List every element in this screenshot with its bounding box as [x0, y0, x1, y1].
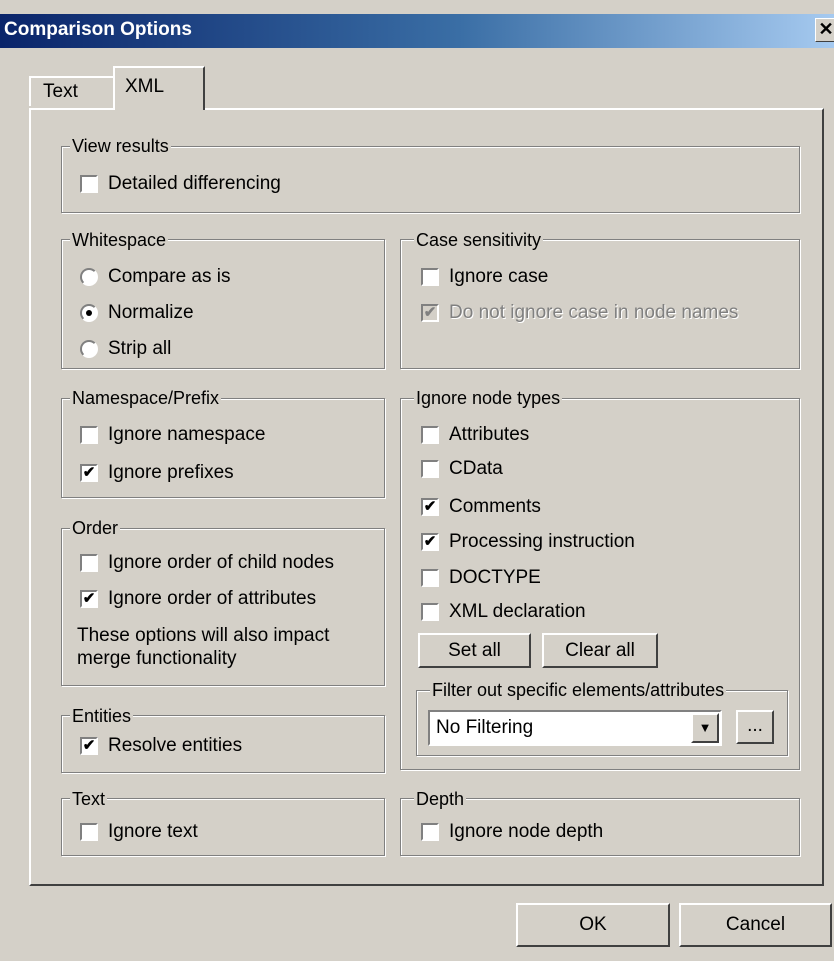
chevron-down-icon[interactable]: ▼	[691, 713, 719, 743]
checkbox-box	[421, 426, 439, 444]
xml-declaration-label: XML declaration	[449, 601, 586, 622]
checkbox-box: ✔	[80, 464, 98, 482]
doctype-label: DOCTYPE	[449, 567, 541, 588]
order-note-line1: These options will also impact	[77, 625, 330, 646]
radio-circle	[80, 340, 98, 358]
ignore-namespace-checkbox[interactable]: Ignore namespace	[80, 424, 265, 446]
namespace-prefix-legend: Namespace/Prefix	[70, 388, 222, 408]
node-names-case-label: Do not ignore case in node names	[449, 302, 739, 323]
comments-label: Comments	[449, 496, 541, 517]
whitespace-legend: Whitespace	[70, 230, 169, 250]
check-icon: ✔	[423, 498, 437, 515]
node-names-case-checkbox[interactable]: ✔ Do not ignore case in node names	[421, 302, 738, 324]
resolve-entities-label: Resolve entities	[108, 735, 243, 756]
checkbox-box	[421, 569, 439, 587]
order-note: These options will also impact merge fun…	[77, 624, 329, 670]
attributes-checkbox[interactable]: Attributes	[421, 424, 529, 446]
xml-declaration-checkbox[interactable]: XML declaration	[421, 601, 586, 623]
check-icon: ✔	[423, 533, 437, 550]
detailed-differencing-checkbox[interactable]: Detailed differencing	[80, 173, 281, 195]
order-note-line2: merge functionality	[77, 648, 237, 669]
compare-as-is-label: Compare as is	[108, 266, 231, 287]
close-icon: ✕	[818, 19, 834, 39]
depth-legend: Depth	[414, 789, 467, 809]
tab-text-label: Text	[43, 81, 78, 102]
resolve-entities-checkbox[interactable]: ✔ Resolve entities	[80, 735, 242, 757]
ignore-attribute-order-label: Ignore order of attributes	[108, 588, 317, 609]
filter-dropdown[interactable]: No Filtering ▼	[428, 710, 722, 746]
tab-text[interactable]: Text	[29, 76, 115, 106]
checkbox-box: ✔	[421, 498, 439, 516]
checkbox-box: ✔	[421, 304, 439, 322]
checkbox-box: ✔	[80, 737, 98, 755]
checkbox-box: ✔	[80, 590, 98, 608]
ignore-depth-checkbox[interactable]: Ignore node depth	[421, 821, 603, 843]
checkbox-box	[80, 823, 98, 841]
ignore-namespace-label: Ignore namespace	[108, 424, 266, 445]
normalize-radio[interactable]: Normalize	[80, 302, 194, 324]
view-results-legend: View results	[70, 136, 171, 156]
check-icon: ✔	[82, 590, 96, 607]
radio-circle	[80, 268, 98, 286]
doctype-checkbox[interactable]: DOCTYPE	[421, 567, 541, 589]
processing-instruction-label: Processing instruction	[449, 531, 635, 552]
checkbox-box	[80, 175, 98, 193]
ignore-case-checkbox[interactable]: Ignore case	[421, 266, 548, 288]
title-bar: Comparison Options ✕	[0, 14, 834, 48]
ignore-child-order-label: Ignore order of child nodes	[108, 552, 335, 573]
ignore-prefixes-label: Ignore prefixes	[108, 462, 234, 483]
checkbox-box	[421, 823, 439, 841]
ok-label: OK	[579, 914, 607, 935]
filter-browse-button[interactable]: ...	[736, 710, 774, 744]
tab-xml-label: XML	[125, 76, 165, 97]
ignore-text-checkbox[interactable]: Ignore text	[80, 821, 198, 843]
order-legend: Order	[70, 518, 121, 538]
clear-all-label: Clear all	[565, 640, 635, 661]
clear-all-button[interactable]: Clear all	[542, 633, 658, 668]
cancel-label: Cancel	[725, 914, 786, 935]
ignore-depth-label: Ignore node depth	[449, 821, 604, 842]
checkbox-box	[80, 426, 98, 444]
radio-dot-icon	[86, 310, 92, 316]
attributes-label: Attributes	[449, 424, 530, 445]
case-sensitivity-legend: Case sensitivity	[414, 230, 544, 250]
tab-xml[interactable]: XML	[113, 66, 205, 110]
compare-as-is-radio[interactable]: Compare as is	[80, 266, 231, 288]
entities-legend: Entities	[70, 706, 134, 726]
detailed-differencing-label: Detailed differencing	[108, 173, 281, 194]
check-icon: ✔	[82, 737, 96, 754]
ignore-case-label: Ignore case	[449, 266, 549, 287]
strip-all-radio[interactable]: Strip all	[80, 338, 171, 360]
text-legend: Text	[70, 789, 108, 809]
cancel-button[interactable]: Cancel	[679, 903, 832, 947]
window-title: Comparison Options	[4, 19, 192, 40]
checkbox-box	[421, 268, 439, 286]
ok-button[interactable]: OK	[516, 903, 670, 947]
strip-all-label: Strip all	[108, 338, 172, 359]
checkbox-box: ✔	[421, 533, 439, 551]
checkbox-box	[80, 554, 98, 572]
checkbox-box	[421, 460, 439, 478]
ignore-text-label: Ignore text	[108, 821, 198, 842]
check-icon: ✔	[423, 304, 437, 321]
checkbox-box	[421, 603, 439, 621]
cdata-label: CData	[449, 458, 503, 479]
check-icon: ✔	[82, 464, 96, 481]
normalize-label: Normalize	[108, 302, 194, 323]
browse-label: ...	[747, 715, 763, 736]
ignore-child-order-checkbox[interactable]: Ignore order of child nodes	[80, 552, 334, 574]
radio-circle	[80, 304, 98, 322]
cdata-checkbox[interactable]: CData	[421, 458, 503, 480]
ignore-prefixes-checkbox[interactable]: ✔ Ignore prefixes	[80, 462, 234, 484]
processing-instruction-checkbox[interactable]: ✔ Processing instruction	[421, 531, 635, 553]
set-all-button[interactable]: Set all	[418, 633, 531, 668]
ignore-attribute-order-checkbox[interactable]: ✔ Ignore order of attributes	[80, 588, 316, 610]
filter-selected-value: No Filtering	[436, 717, 534, 738]
filter-legend: Filter out specific elements/attributes	[430, 680, 727, 700]
close-button[interactable]: ✕	[815, 18, 834, 42]
ignore-node-types-legend: Ignore node types	[414, 388, 563, 408]
comments-checkbox[interactable]: ✔ Comments	[421, 496, 541, 518]
set-all-label: Set all	[448, 640, 501, 661]
